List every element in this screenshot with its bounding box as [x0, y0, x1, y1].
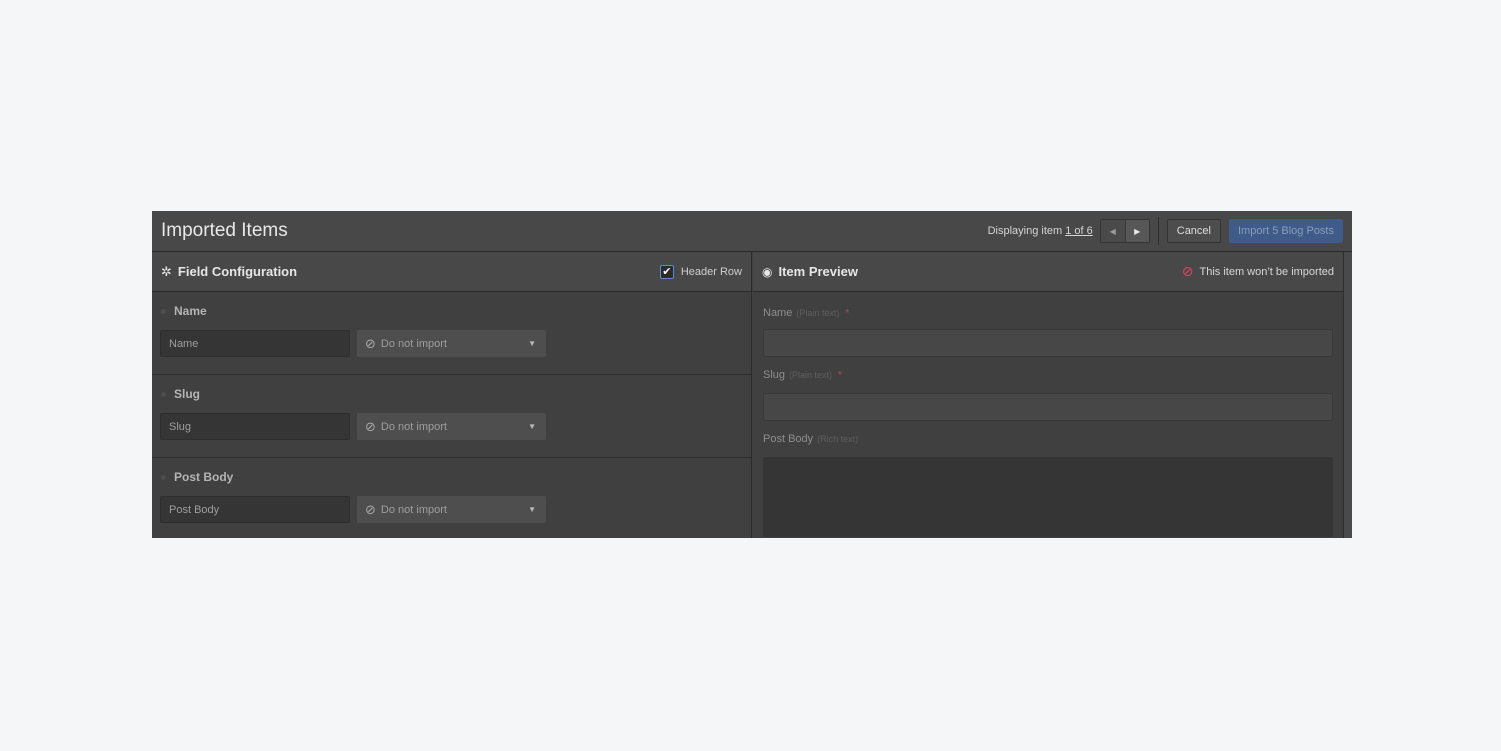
preview-label-post-body: Post Body (Rich text): [763, 429, 1333, 449]
preview-field-label: Name: [763, 307, 793, 319]
mapping-select[interactable]: ⊘ Do not import ▼: [357, 330, 546, 357]
preview-field-type: (Plain text): [789, 370, 833, 380]
ban-icon: ⊘: [365, 418, 376, 434]
header-row-label: Header Row: [680, 265, 742, 278]
item-counter: Displaying item 1 of 6: [988, 225, 1093, 237]
modal-header: Imported Items Displaying item 1 of 6 ◀ …: [152, 211, 1352, 252]
cancel-button[interactable]: Cancel: [1166, 219, 1221, 243]
preview-scrollbar[interactable]: [1343, 252, 1352, 538]
preview-label-name: Name (Plain text) *: [763, 303, 1333, 323]
mapping-select[interactable]: ⊘ Do not import ▼: [357, 496, 546, 523]
item-pager: ◀ ▶: [1099, 219, 1150, 243]
preview-fields: Name (Plain text) * Slug (Plain text) * …: [753, 303, 1343, 537]
required-marker: *: [838, 369, 842, 381]
item-preview-heading: ◉ Item Preview: [762, 264, 1182, 279]
header-row-checkbox[interactable]: ✔: [659, 264, 674, 279]
mapping-select-value: Do not import: [380, 337, 447, 350]
field-label: Post Body: [161, 470, 233, 484]
field-configuration-header: ✲ Field Configuration ✔ Header Row: [152, 252, 751, 292]
preview-label-slug: Slug (Plain text) *: [763, 365, 1333, 385]
header-row-toggle[interactable]: ✔ Header Row: [659, 264, 742, 279]
item-preview-title: Item Preview: [778, 264, 858, 279]
mapping-select[interactable]: ⊘ Do not import ▼: [357, 413, 546, 440]
field-label-text: Slug: [174, 387, 200, 401]
preview-name-field: [763, 329, 1333, 357]
check-icon: ✔: [662, 266, 672, 278]
triangle-right-icon: ▶: [1134, 226, 1141, 236]
item-counter-label: Displaying item: [987, 225, 1066, 237]
modal-title: Imported Items: [161, 220, 288, 241]
field-configuration-heading: ✲ Field Configuration: [161, 264, 660, 280]
item-preview-panel: ◉ Item Preview ⊘ This item won’t be impo…: [753, 252, 1343, 538]
source-column-input[interactable]: Post Body: [160, 496, 350, 523]
ban-icon: ⊘: [1181, 263, 1194, 279]
preview-post-body-field: [763, 457, 1333, 537]
field-label: Slug: [161, 387, 200, 401]
item-preview-header: ◉ Item Preview ⊘ This item won’t be impo…: [753, 252, 1343, 292]
field-configuration-title: Field Configuration: [177, 264, 298, 279]
required-marker: *: [845, 307, 850, 319]
caret-down-icon: ▼: [528, 505, 536, 514]
prev-item-button[interactable]: ◀: [1100, 220, 1125, 242]
eye-icon: ◉: [762, 264, 773, 279]
caret-down-icon: ▼: [528, 422, 536, 431]
source-column-input[interactable]: Slug: [160, 413, 350, 440]
field-row-slug: Slug Slug ⊘ Do not import ▼: [152, 375, 751, 458]
preview-field-label: Slug: [763, 369, 786, 381]
triangle-left-icon: ◀: [1109, 226, 1116, 236]
mapping-select-value: Do not import: [380, 503, 447, 516]
status-dot-icon: [161, 474, 166, 480]
field-label-text: Post Body: [174, 470, 234, 484]
gear-icon: ✲: [161, 263, 172, 279]
field-label: Name: [161, 304, 207, 318]
field-configuration-panel: ✲ Field Configuration ✔ Header Row Name …: [152, 252, 752, 538]
import-status: ⊘ This item won’t be imported: [1182, 263, 1334, 280]
status-dot-icon: [161, 308, 166, 314]
ban-icon: ⊘: [365, 335, 376, 351]
preview-field-label: Post Body: [763, 433, 814, 445]
next-item-button[interactable]: ▶: [1124, 220, 1149, 242]
mapping-select-value: Do not import: [380, 420, 447, 433]
preview-field-type: (Plain text): [796, 308, 840, 318]
item-counter-link[interactable]: 1 of 6: [1065, 225, 1093, 237]
field-row-post-body: Post Body Post Body ⊘ Do not import ▼: [152, 458, 751, 538]
import-modal: Imported Items Displaying item 1 of 6 ◀ …: [152, 211, 1352, 538]
preview-slug-field: [763, 393, 1333, 421]
field-label-text: Name: [174, 304, 207, 318]
caret-down-icon: ▼: [528, 339, 536, 348]
import-button[interactable]: Import 5 Blog Posts: [1229, 219, 1343, 243]
preview-field-type: (Rich text): [817, 434, 859, 444]
import-status-text: This item won’t be imported: [1199, 265, 1335, 278]
ban-icon: ⊘: [365, 501, 376, 517]
field-row-name: Name Name ⊘ Do not import ▼: [152, 292, 751, 375]
divider: [1157, 217, 1159, 245]
status-dot-icon: [161, 391, 166, 397]
source-column-input[interactable]: Name: [160, 330, 350, 357]
